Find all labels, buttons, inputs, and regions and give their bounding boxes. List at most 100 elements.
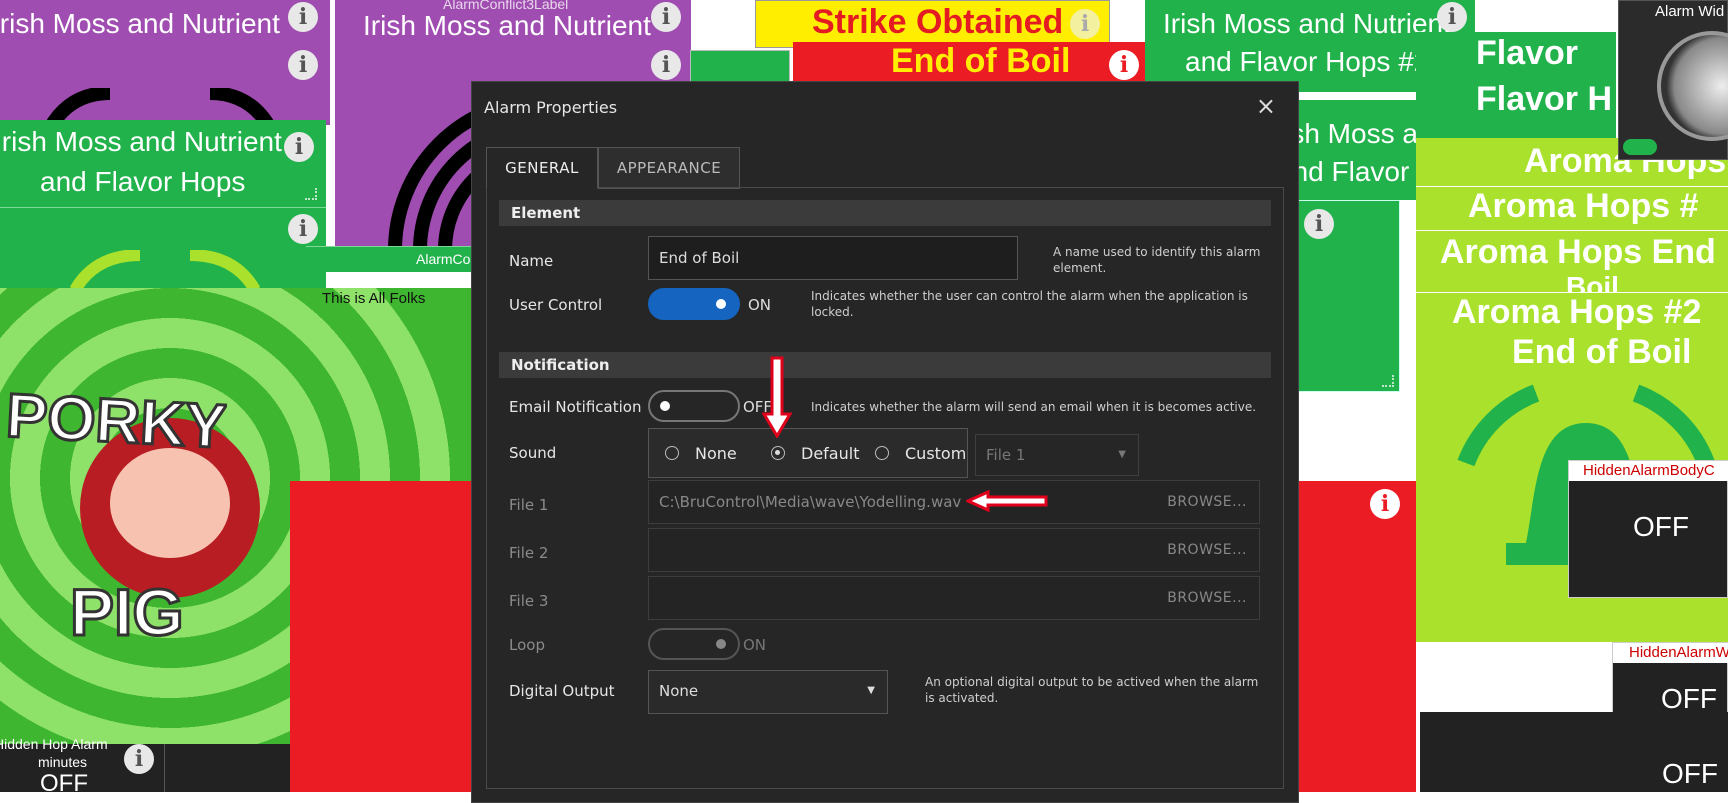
general-panel: Element Name End of Boil A name used to … [486,187,1284,789]
tile-label: and Flavor Hops #2 [1185,46,1430,77]
sound-option-default[interactable]: Default [801,444,859,463]
info-icon[interactable]: i [651,50,681,80]
tile-label: HiddenAlarmW [1629,644,1728,661]
email-notification-toggle[interactable] [648,390,740,422]
info-icon[interactable]: i [1437,2,1467,32]
dialog-title: Alarm Properties [484,98,618,117]
tile-label: Aroma Hops End [1440,233,1716,271]
sound-radio-none[interactable] [665,446,679,460]
tab-appearance[interactable]: APPEARANCE [598,147,740,189]
sound-option-custom[interactable]: Custom [905,444,966,463]
info-icon[interactable]: i [1109,50,1139,80]
tile-label: Irish Moss and Nutrient [0,126,282,157]
alarm-state: OFF [40,770,88,797]
tile-green-left[interactable]: Irish Moss and Nutrient and Flavor Hops … [0,120,326,208]
tile-label: Irish Moss and Nutrient [1163,8,1451,39]
tile-label: Alarm Wid [1655,3,1725,20]
info-icon[interactable]: i [288,2,318,32]
porky-title: PIG [70,574,184,650]
digital-output-select[interactable]: None ▼ [648,670,888,714]
file2-browse-button[interactable]: BROWSE... [1167,529,1247,571]
resize-grip[interactable] [305,188,317,200]
tile-flavor[interactable]: Flavor Flavor H [1416,32,1616,138]
tab-general[interactable]: GENERAL [486,147,598,189]
sound-file-select[interactable]: File 1 ▼ [975,434,1139,476]
info-icon[interactable]: i [1070,9,1100,39]
email-notification-label: Email Notification [509,398,642,416]
name-input[interactable]: End of Boil [648,236,1018,280]
tile-label: End of Boil [891,42,1071,80]
tile-white-col [1297,392,1417,481]
info-icon[interactable]: i [651,2,681,32]
name-label: Name [509,252,554,270]
sound-radio-custom[interactable] [875,446,889,460]
file1-browse-button[interactable]: BROWSE... [1167,481,1247,523]
tile-aroma-3[interactable]: Aroma Hops End Boil [1416,230,1728,302]
chevron-down-icon: ▼ [1118,449,1126,460]
annotation-arrow-left-icon [966,82,967,83]
sound-option-none[interactable]: None [695,444,737,463]
porky-head [110,448,230,558]
file3-browse-button[interactable]: BROWSE... [1167,577,1247,619]
info-icon[interactable]: i [1304,209,1334,239]
user-control-description: Indicates whether the user can control t… [811,289,1248,319]
file2-label: File 2 [509,544,549,562]
tile-strike-obtained[interactable]: Strike Obtained i [755,0,1110,48]
alarm-state: OFF [1662,758,1718,789]
tile-green-small[interactable] [690,50,790,82]
info-icon[interactable]: i [124,744,154,774]
all-folks-caption: This is All Folks [322,290,426,307]
tile-label: Aroma Hops # [1468,187,1699,225]
tile-hidden-alarm-body[interactable]: HiddenAlarmBodyC OFF [1568,460,1728,598]
file2-input[interactable]: BROWSE... [648,528,1260,572]
file3-label: File 3 [509,592,549,610]
file1-label: File 1 [509,496,549,514]
tile-dark-bottom-right[interactable]: OFF [1420,712,1728,792]
email-notification-description: Indicates whether the alarm will send an… [811,400,1257,414]
tile-dark-bottom [165,744,292,792]
resize-grip[interactable] [1382,375,1394,387]
tile-label: minutes [38,754,88,770]
user-control-label: User Control [509,296,603,314]
loop-toggle[interactable] [648,628,740,660]
alarm-waves-icon [70,250,260,290]
sound-label: Sound [509,444,557,462]
tile-dark-bottom-left[interactable]: Hidden Hop Alarm minutes OFF i [0,736,165,797]
alarm-properties-dialog: Alarm Properties × GENERAL APPEARANCE El… [471,81,1299,803]
tile-label: End of Boil [1512,333,1692,371]
sound-radio-default[interactable] [771,446,785,460]
tile-aroma-2[interactable]: Aroma Hops # [1416,186,1728,230]
info-icon[interactable]: i [288,50,318,80]
tile-label: Aroma Hops #2 [1452,293,1702,331]
tile-green-left-lower[interactable]: i [0,208,326,290]
close-icon[interactable]: × [1256,92,1276,120]
section-notification: Notification [499,352,1271,378]
widget-toggle[interactable] [1623,139,1657,155]
tile-alarm-widget[interactable]: Alarm Wid [1618,0,1728,160]
alarm-state: OFF [1661,683,1717,714]
annotation-arrow-down-icon [762,356,792,438]
tile-green-right-col[interactable]: i [1297,200,1400,392]
tile-label: HiddenAlarmBodyC [1583,462,1715,479]
file1-path: C:\BruControl\Media\wave\Yodelling.wav [659,493,962,511]
alarm-knob-icon[interactable] [1657,31,1728,141]
tile-green-strip[interactable]: AlarmConflict [306,246,499,272]
annotation-arrow-left-icon [966,490,1048,512]
info-icon[interactable]: i [1370,489,1400,519]
info-icon[interactable]: i [288,214,318,244]
file3-input[interactable]: BROWSE... [648,576,1260,620]
file1-input[interactable]: C:\BruControl\Media\wave\Yodelling.wav B… [648,480,1260,524]
porky-title: PORKY [4,380,229,462]
info-icon[interactable]: i [284,132,314,162]
digital-output-description: An optional digital output to be actived… [925,675,1259,705]
user-control-toggle[interactable] [648,288,740,320]
alarm-state: OFF [1633,511,1689,542]
chevron-down-icon: ▼ [867,685,875,696]
sound-file-value: File 1 [986,446,1026,464]
loop-label: Loop [509,636,545,654]
tile-label: Flavor [1476,34,1579,72]
digital-output-label: Digital Output [509,682,615,700]
tile-end-of-boil[interactable]: End of Boil i [793,42,1148,82]
tile-label: Hidden Hop Alarm [0,736,108,752]
tile-label: Irish Moss and Nutrient [363,10,651,41]
